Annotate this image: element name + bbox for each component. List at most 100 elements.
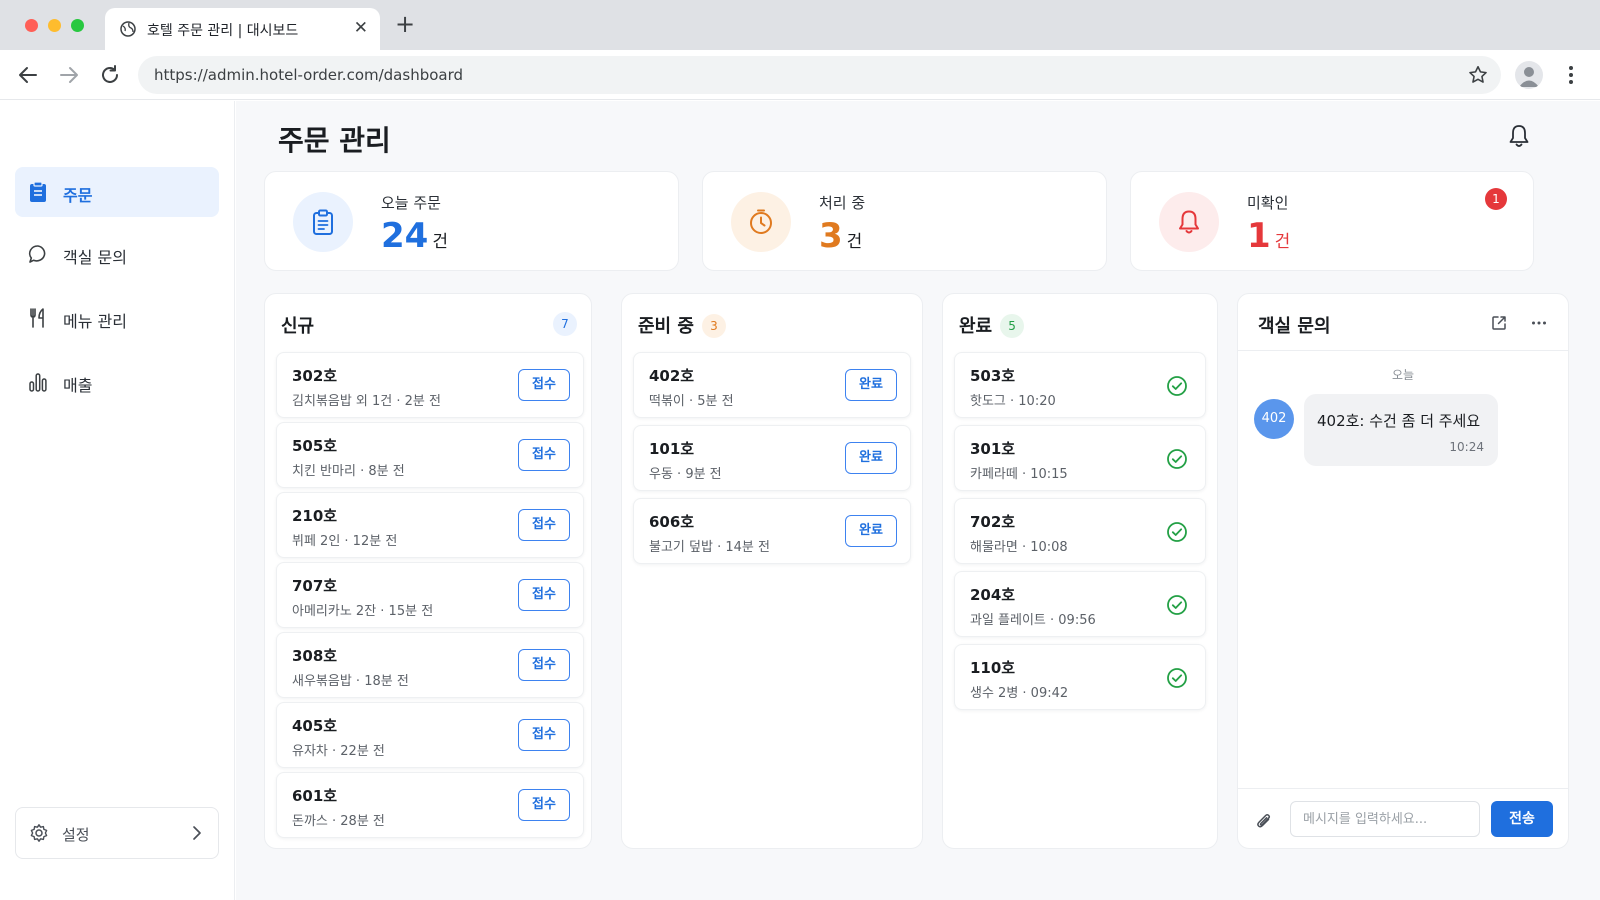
- page-title: 주문 관리: [278, 124, 391, 157]
- sidebar-item-sales[interactable]: 매출: [15, 357, 219, 407]
- window-minimize-button[interactable]: [48, 19, 61, 32]
- column-count-badge: 3: [701, 314, 726, 338]
- chat-message: 402호: 수건 좀 더 주세요 10:24: [1304, 394, 1498, 466]
- sidebar: 주문 객실 문의 메뉴 관리 매출 설정: [0, 101, 235, 900]
- browser-tab[interactable]: 호텔 주문 관리 | 대시보드 ✕: [105, 8, 380, 50]
- order-meta: 유자차 · 22분 전: [292, 744, 385, 759]
- chat-header-divider: [1238, 350, 1568, 351]
- settings-button[interactable]: 설정: [15, 807, 219, 859]
- new-tab-icon[interactable]: +: [395, 12, 415, 36]
- accept-button[interactable]: 접수: [518, 369, 570, 401]
- order-room: 505호: [292, 437, 338, 455]
- order-meta: 뷔페 2인 · 12분 전: [292, 534, 398, 549]
- accept-button[interactable]: 접수: [518, 719, 570, 751]
- order-card[interactable]: 505호 치킨 반마리 · 8분 전 접수: [276, 422, 584, 488]
- stat-value-row: 24 건: [381, 216, 448, 262]
- accept-button[interactable]: 접수: [518, 649, 570, 681]
- browser-toolbar: https://admin.hotel-order.com/dashboard: [0, 50, 1600, 100]
- column-new: 신규 7 302호 김치볶음밥 외 1건 · 2분 전 접수 505호 치킨 반…: [264, 293, 592, 849]
- stat-label: 처리 중: [819, 194, 866, 212]
- window-close-button[interactable]: [25, 19, 38, 32]
- stat-value: 1: [1247, 216, 1271, 256]
- accept-button[interactable]: 접수: [518, 579, 570, 611]
- clock-icon: [750, 209, 772, 234]
- external-link-icon[interactable]: [1490, 314, 1508, 332]
- order-card[interactable]: 210호 뷔페 2인 · 12분 전 접수: [276, 492, 584, 558]
- accept-button[interactable]: 접수: [518, 509, 570, 541]
- tab-close-icon[interactable]: ✕: [354, 18, 368, 38]
- order-card[interactable]: 301호 카페라떼 · 10:15: [954, 425, 1206, 491]
- clipboard-icon: [30, 181, 46, 202]
- order-card[interactable]: 601호 돈까스 · 28분 전 접수: [276, 772, 584, 838]
- order-card[interactable]: 402호 떡볶이 · 5분 전 완료: [633, 352, 911, 418]
- window-maximize-button[interactable]: [71, 19, 84, 32]
- stat-card-in-progress: 처리 중 3건: [702, 171, 1107, 271]
- fork-knife-icon: [30, 308, 44, 328]
- column-count-badge: 5: [1000, 314, 1025, 338]
- back-arrow-icon[interactable]: [16, 63, 40, 87]
- order-card[interactable]: 702호 해물라면 · 10:08: [954, 498, 1206, 564]
- clipboard-icon: [313, 209, 333, 235]
- more-options-icon[interactable]: [1530, 314, 1548, 332]
- stat-label: 미확인: [1247, 194, 1289, 212]
- url-text: https://admin.hotel-order.com/dashboard: [154, 66, 464, 84]
- notification-bell-icon[interactable]: [1506, 123, 1532, 149]
- chat-footer-divider: [1238, 788, 1568, 789]
- column-header: 완료 5: [959, 312, 1025, 338]
- order-room: 402호: [649, 367, 695, 385]
- stat-value: 3: [819, 216, 843, 256]
- order-card[interactable]: 110호 생수 2병 · 09:42: [954, 644, 1206, 710]
- order-card[interactable]: 302호 김치볶음밥 외 1건 · 2분 전 접수: [276, 352, 584, 418]
- order-card[interactable]: 308호 새우볶음밥 · 18분 전 접수: [276, 632, 584, 698]
- check-circle-icon: [1167, 449, 1187, 469]
- stat-icon-circle: [293, 192, 353, 252]
- bookmark-star-icon[interactable]: [1467, 64, 1489, 86]
- sidebar-item-menu-management[interactable]: 메뉴 관리: [15, 293, 219, 343]
- address-bar[interactable]: https://admin.hotel-order.com/dashboard: [138, 56, 1501, 94]
- paperclip-icon[interactable]: [1254, 811, 1274, 831]
- stat-card-today-orders: 오늘 주문 24 건: [264, 171, 679, 271]
- complete-button[interactable]: 완료: [845, 442, 897, 474]
- stat-unit: 건: [1274, 232, 1291, 252]
- column-header: 준비 중 3: [638, 312, 726, 338]
- chevron-right-icon: [193, 826, 201, 840]
- main-content: 주문 관리 오늘 주문 24 건 처리 중 3건 미확인 1건 1 신규 7 30…: [236, 101, 1600, 900]
- settings-label: 설정: [62, 826, 90, 844]
- order-card[interactable]: 707호 아메리카노 2잔 · 15분 전 접수: [276, 562, 584, 628]
- accept-button[interactable]: 접수: [518, 789, 570, 821]
- avatar: 402: [1254, 399, 1294, 439]
- order-meta: 불고기 덮밥 · 14분 전: [649, 540, 770, 555]
- order-card[interactable]: 606호 불고기 덮밥 · 14분 전 완료: [633, 498, 911, 564]
- order-room: 301호: [970, 440, 1016, 458]
- complete-button[interactable]: 완료: [845, 515, 897, 547]
- order-card[interactable]: 204호 과일 플레이트 · 09:56: [954, 571, 1206, 637]
- complete-button[interactable]: 완료: [845, 369, 897, 401]
- browser-menu-icon[interactable]: [1565, 62, 1577, 88]
- accept-button[interactable]: 접수: [518, 439, 570, 471]
- reload-icon[interactable]: [98, 63, 122, 87]
- order-card[interactable]: 101호 우동 · 9분 전 완료: [633, 425, 911, 491]
- order-card[interactable]: 405호 유자차 · 22분 전 접수: [276, 702, 584, 768]
- stat-unit: 건: [846, 232, 863, 252]
- order-card[interactable]: 503호 핫도그 · 10:20: [954, 352, 1206, 418]
- sidebar-item-room-inquiries[interactable]: 객실 문의: [15, 229, 219, 279]
- room-inquiry-panel: 객실 문의 오늘 402 402호: 수건 좀 더 주세요 10:24 전송: [1237, 293, 1569, 849]
- order-room: 110호: [970, 659, 1016, 677]
- chat-message-text: 402호: 수건 좀 더 주세요: [1317, 412, 1481, 430]
- sidebar-item-label: 객실 문의: [63, 248, 127, 267]
- message-input[interactable]: [1290, 801, 1480, 837]
- profile-avatar-icon[interactable]: [1515, 61, 1543, 89]
- order-meta: 우동 · 9분 전: [649, 467, 722, 482]
- stat-label: 오늘 주문: [381, 194, 441, 212]
- order-meta: 새우볶음밥 · 18분 전: [292, 674, 409, 689]
- column-header: 신규: [281, 312, 314, 337]
- sidebar-item-label: 주문: [63, 186, 93, 205]
- stat-value-row: 1건: [1247, 216, 1290, 262]
- send-button[interactable]: 전송: [1491, 801, 1553, 837]
- sidebar-item-orders[interactable]: 주문: [15, 167, 219, 217]
- stat-value: 24: [381, 216, 429, 256]
- forward-arrow-icon[interactable]: [57, 63, 81, 87]
- bar-chart-icon: [29, 373, 47, 392]
- sidebar-item-label: 메뉴 관리: [63, 312, 127, 331]
- order-meta: 과일 플레이트 · 09:56: [970, 613, 1096, 628]
